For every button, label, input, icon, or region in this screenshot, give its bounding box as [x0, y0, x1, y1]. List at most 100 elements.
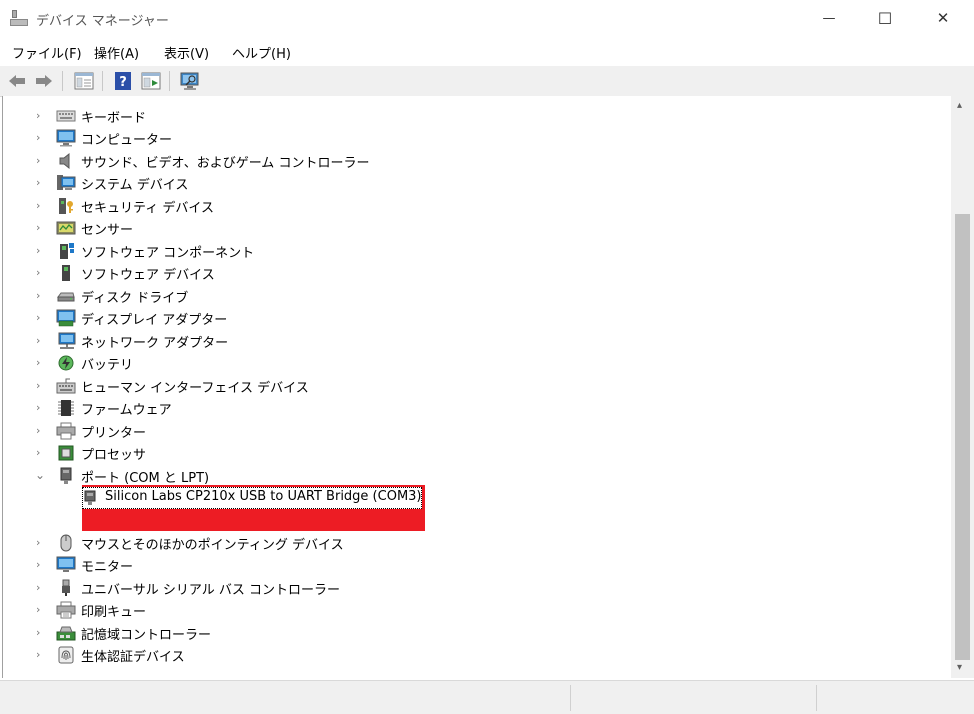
tree-item-ports-com-lpt[interactable]: ⌄ ポート (COM と LPT) [3, 465, 943, 487]
window-title: デバイス マネージャー [36, 14, 169, 29]
minimize-button[interactable]: — [806, 0, 852, 36]
sensor-icon [56, 221, 76, 235]
menu-view[interactable]: 表示(V) [164, 43, 209, 62]
chevron-right-icon[interactable]: › [36, 199, 46, 212]
maximize-button[interactable]: ☐ [862, 0, 908, 36]
tree-item-label: ネットワーク アダプター [81, 336, 229, 351]
chevron-right-icon[interactable]: › [36, 626, 46, 639]
chevron-right-icon[interactable]: › [36, 289, 46, 302]
chevron-right-icon[interactable]: › [36, 311, 46, 324]
help-button[interactable]: ? [112, 70, 134, 92]
forward-button[interactable] [33, 70, 55, 92]
tree-item-label: ソフトウェア デバイス [81, 268, 215, 283]
chevron-right-icon[interactable]: › [36, 401, 46, 414]
chevron-right-icon[interactable]: › [36, 266, 46, 279]
tree-item-software-devices[interactable]: › ソフトウェア デバイス [3, 262, 943, 284]
disk-drive-icon [57, 292, 75, 302]
port-icon [60, 467, 72, 484]
tree-item-label: 記憶域コントローラー [81, 628, 212, 643]
chevron-right-icon[interactable]: › [36, 424, 46, 437]
scrollbar-thumb[interactable] [955, 214, 970, 660]
tree-item-label: Silicon Labs CP210x USB to UART Bridge (… [105, 489, 422, 504]
tree-item-monitors[interactable]: › モニター [3, 554, 943, 576]
chevron-right-icon[interactable]: › [36, 244, 46, 257]
chevron-down-icon[interactable]: ⌄ [35, 468, 45, 482]
tree-item-label: バッテリ [81, 358, 134, 373]
menu-bar: ファイル(F) 操作(A) 表示(V) ヘルプ(H) [0, 38, 974, 66]
tree-item-label: セキュリティ デバイス [81, 201, 214, 216]
tree-item-firmware[interactable]: › ファームウェア [3, 397, 943, 419]
tree-item-disk-drives[interactable]: › ディスク ドライブ [3, 285, 943, 307]
tree-item-label: プリンター [81, 426, 147, 441]
tree-item-sensors[interactable]: › センサー [3, 217, 943, 239]
monitor-icon [56, 556, 76, 572]
update-driver-icon [141, 72, 161, 90]
maximize-icon: ☐ [877, 8, 893, 28]
tree-item-human-interface-devices[interactable]: › ヒューマン インターフェイス デバイス [3, 375, 943, 397]
toolbar-separator [102, 71, 103, 91]
chevron-right-icon[interactable]: › [36, 176, 46, 189]
tree-item-storage-controllers[interactable]: › 記憶域コントローラー [3, 622, 943, 644]
tree-item-processors[interactable]: › プロセッサ [3, 442, 943, 464]
vertical-scrollbar[interactable]: ▴ ▾ [951, 96, 974, 678]
chevron-right-icon[interactable]: › [36, 109, 46, 122]
tree-child-silicon-labs-cp210x[interactable]: Silicon Labs CP210x USB to UART Bridge (… [3, 487, 943, 509]
scroll-down-icon[interactable]: ▾ [957, 662, 962, 673]
tree-item-mice[interactable]: › マウスとそのほかのポインティング デバイス [3, 532, 943, 554]
tree-item-display-adapters[interactable]: › ディスプレイ アダプター [3, 307, 943, 329]
chevron-right-icon[interactable]: › [36, 558, 46, 571]
tree-item-print-queues[interactable]: › 印刷キュー [3, 599, 943, 621]
svg-text:?: ? [119, 75, 127, 90]
chevron-right-icon[interactable]: › [36, 648, 46, 661]
tree-item-network-adapters[interactable]: › ネットワーク アダプター [3, 330, 943, 352]
chevron-right-icon[interactable]: › [36, 379, 46, 392]
chevron-right-icon[interactable]: › [36, 603, 46, 616]
update-driver-button[interactable] [140, 70, 162, 92]
scan-hardware-button[interactable] [179, 70, 201, 92]
chevron-right-icon[interactable]: › [36, 131, 46, 144]
tree-item-printers[interactable]: › プリンター [3, 420, 943, 442]
minimize-icon: — [822, 10, 836, 26]
back-arrow-icon [9, 75, 25, 87]
tree-item-computer[interactable]: › コンピューター [3, 127, 943, 149]
tree-item-system-devices[interactable]: › システム デバイス [3, 172, 943, 194]
menu-action[interactable]: 操作(A) [94, 43, 139, 62]
back-button[interactable] [6, 70, 28, 92]
title-bar: デバイス マネージャー — ☐ ✕ [0, 0, 974, 38]
mouse-icon [60, 534, 72, 552]
chevron-right-icon[interactable]: › [36, 581, 46, 594]
chevron-right-icon[interactable]: › [36, 154, 46, 167]
fingerprint-icon [58, 646, 74, 664]
tree-item-sound-video-game[interactable]: › サウンド、ビデオ、およびゲーム コントローラー [3, 150, 943, 172]
tree-item-software-components[interactable]: › ソフトウェア コンポーネント [3, 240, 943, 262]
menu-file[interactable]: ファイル(F) [12, 43, 82, 62]
software-device-icon [62, 265, 70, 281]
close-button[interactable]: ✕ [920, 0, 966, 36]
help-icon: ? [115, 72, 131, 90]
chevron-right-icon[interactable]: › [36, 221, 46, 234]
chevron-right-icon[interactable]: › [36, 356, 46, 369]
processor-icon [58, 445, 74, 461]
printer-icon [56, 422, 76, 440]
chevron-right-icon[interactable]: › [36, 446, 46, 459]
security-key-icon [59, 198, 73, 214]
tree-item-label: サウンド、ビデオ、およびゲーム コントローラー [81, 156, 370, 171]
tree-item-biometric-devices[interactable]: › 生体認証デバイス [3, 644, 943, 666]
properties-button[interactable] [73, 70, 95, 92]
menu-help[interactable]: ヘルプ(H) [232, 43, 291, 62]
tree-item-batteries[interactable]: › バッテリ [3, 352, 943, 374]
network-adapter-icon [58, 332, 76, 349]
tree-item-label: 印刷キュー [81, 605, 147, 620]
device-manager-app-icon [10, 10, 28, 26]
tree-item-usb-controllers[interactable]: › ユニバーサル シリアル バス コントローラー [3, 577, 943, 599]
scroll-up-icon[interactable]: ▴ [957, 100, 962, 111]
tree-item-label: モニター [81, 560, 134, 575]
tree-item-label: マウスとそのほかのポインティング デバイス [81, 538, 344, 553]
toolbar: ? [0, 66, 974, 97]
tree-item-label: システム デバイス [81, 178, 189, 193]
tree-item-security-devices[interactable]: › セキュリティ デバイス [3, 195, 943, 217]
chevron-right-icon[interactable]: › [36, 334, 46, 347]
chevron-right-icon[interactable]: › [36, 536, 46, 549]
tree-item-keyboard[interactable]: › キーボード [3, 105, 943, 127]
tree-item-label: プロセッサ [81, 448, 147, 463]
